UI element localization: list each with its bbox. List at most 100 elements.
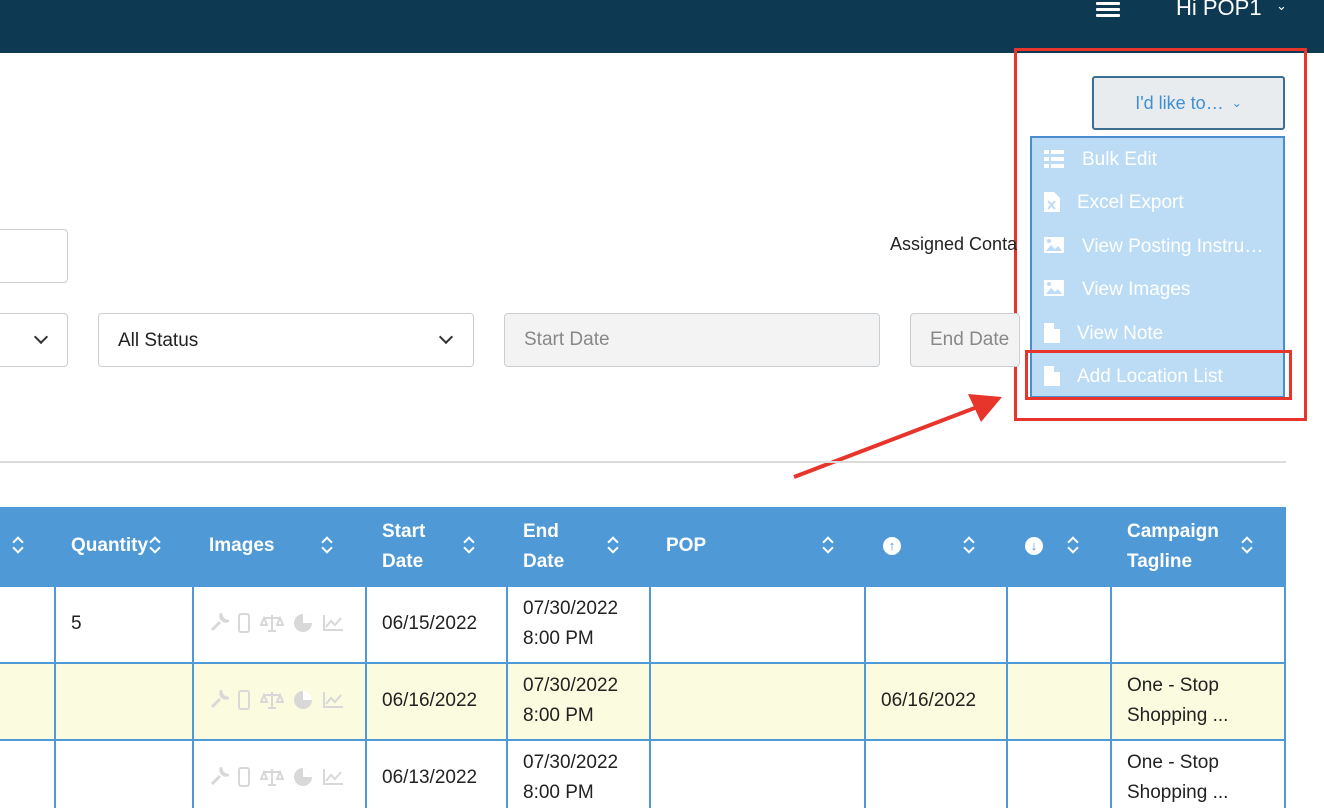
status-select-value: All Status bbox=[118, 330, 199, 351]
tagline-line-1: One - Stop bbox=[1127, 675, 1219, 696]
mobile-icon[interactable] bbox=[238, 767, 251, 787]
images-cell bbox=[194, 664, 367, 739]
down-date-cell bbox=[1008, 664, 1112, 739]
start-date-cell: 06/13/2022 bbox=[367, 741, 508, 808]
table-row[interactable]: 5 06/15/2022 07/30/2022 8:00 PM bbox=[0, 585, 1286, 662]
user-greeting[interactable]: Hi POP1 bbox=[1176, 0, 1262, 22]
tagline-line-2: Shopping ... bbox=[1127, 705, 1229, 726]
pie-chart-icon[interactable] bbox=[293, 690, 313, 710]
tagline-value: One - Stop Shopping ... bbox=[1127, 748, 1228, 808]
sort-icon[interactable] bbox=[149, 535, 161, 557]
column-divider bbox=[1006, 587, 1008, 662]
wrench-icon[interactable] bbox=[209, 686, 233, 710]
end-date-day: 07/30/2022 bbox=[523, 752, 619, 773]
start-date-cell: 06/15/2022 bbox=[367, 587, 508, 662]
start-date-value: 06/16/2022 bbox=[382, 690, 478, 711]
column-divider bbox=[1110, 741, 1112, 808]
sort-icon[interactable] bbox=[12, 535, 24, 557]
chevron-down-icon[interactable]: ⌄ bbox=[1276, 0, 1287, 14]
down-date-cell bbox=[1008, 587, 1112, 662]
sort-icon[interactable] bbox=[822, 535, 834, 557]
quantity-value: 5 bbox=[71, 613, 82, 634]
start-date-input[interactable]: Start Date bbox=[504, 313, 880, 367]
column-header-label: End Date bbox=[523, 521, 565, 572]
sort-icon[interactable] bbox=[463, 535, 475, 557]
pie-chart-icon[interactable] bbox=[293, 767, 313, 787]
column-header-down[interactable]: ↓ bbox=[1008, 507, 1112, 585]
line-chart-icon[interactable] bbox=[322, 613, 344, 633]
balance-scale-icon[interactable] bbox=[259, 613, 285, 633]
annotation-inner-box bbox=[1025, 350, 1292, 400]
sort-icon[interactable] bbox=[963, 535, 975, 557]
column-header-campaign-tagline[interactable]: Campaign Tagline bbox=[1112, 507, 1286, 585]
arrow-up-circle-icon: ↑ bbox=[883, 537, 901, 555]
end-date-time: 8:00 PM bbox=[523, 782, 594, 803]
end-date-cell: 07/30/2022 8:00 PM bbox=[508, 587, 651, 662]
column-divider bbox=[506, 741, 508, 808]
end-date-value: 07/30/2022 8:00 PM bbox=[523, 671, 618, 731]
quantity-cell: 5 bbox=[56, 587, 194, 662]
column-divider bbox=[649, 741, 651, 808]
chevron-down-icon bbox=[438, 329, 454, 345]
tagline-line-2: Shopping ... bbox=[1127, 782, 1229, 803]
table-row[interactable]: 06/13/2022 07/30/2022 8:00 PM One - Stop S… bbox=[0, 739, 1286, 808]
column-header-label: Campaign Tagline bbox=[1127, 521, 1219, 572]
annotation-arrow-icon bbox=[793, 394, 1002, 479]
mobile-icon[interactable] bbox=[238, 690, 251, 710]
balance-scale-icon[interactable] bbox=[259, 690, 285, 710]
column-header-quantity[interactable]: Quantity bbox=[56, 507, 194, 585]
column-header-partial[interactable] bbox=[0, 507, 56, 585]
end-date-cell: 07/30/2022 8:00 PM bbox=[508, 664, 651, 739]
sort-icon[interactable] bbox=[321, 535, 333, 557]
pop-cell bbox=[651, 741, 866, 808]
column-divider bbox=[864, 664, 866, 739]
hamburger-menu-icon[interactable] bbox=[1096, 2, 1120, 18]
tagline-cell: One - Stop Shopping ... bbox=[1112, 741, 1286, 808]
column-divider bbox=[365, 664, 367, 739]
end-date-value: 07/30/2022 8:00 PM bbox=[523, 748, 618, 808]
row-action-icons bbox=[209, 686, 348, 712]
column-header-label: POP bbox=[666, 535, 707, 556]
up-date-cell: 06/16/2022 bbox=[866, 664, 1008, 739]
end-date-input[interactable]: End Date bbox=[910, 313, 1020, 367]
mobile-icon[interactable] bbox=[238, 613, 251, 633]
column-divider bbox=[649, 587, 651, 662]
images-cell bbox=[194, 741, 367, 808]
column-divider bbox=[192, 741, 194, 808]
status-select[interactable]: All Status bbox=[98, 313, 474, 367]
column-divider bbox=[54, 587, 56, 662]
line-chart-icon[interactable] bbox=[322, 690, 344, 710]
table-header: Quantity Images Start Date End Date POP … bbox=[0, 507, 1286, 585]
pie-chart-icon[interactable] bbox=[293, 613, 313, 633]
balance-scale-icon[interactable] bbox=[259, 767, 285, 787]
wrench-icon[interactable] bbox=[209, 609, 233, 633]
quantity-cell bbox=[56, 664, 194, 739]
column-divider bbox=[1110, 664, 1112, 739]
column-divider bbox=[1284, 664, 1286, 739]
sort-icon[interactable] bbox=[607, 535, 619, 557]
column-header-label: Start Date bbox=[382, 521, 426, 572]
sort-icon[interactable] bbox=[1067, 535, 1079, 557]
column-header-start-date[interactable]: Start Date bbox=[367, 507, 508, 585]
column-divider bbox=[54, 664, 56, 739]
up-date-cell bbox=[866, 587, 1008, 662]
pop-cell bbox=[651, 664, 866, 739]
sort-icon[interactable] bbox=[1241, 535, 1253, 557]
column-header-images[interactable]: Images bbox=[194, 507, 367, 585]
column-header-up[interactable]: ↑ bbox=[866, 507, 1008, 585]
column-divider bbox=[54, 741, 56, 808]
column-header-pop[interactable]: POP bbox=[651, 507, 866, 585]
wrench-icon[interactable] bbox=[209, 763, 233, 787]
table-row[interactable]: 06/16/2022 07/30/2022 8:00 PM 06/16/2022 … bbox=[0, 662, 1286, 739]
filter-select[interactable] bbox=[0, 313, 68, 367]
start-date-cell: 06/16/2022 bbox=[367, 664, 508, 739]
column-divider bbox=[1284, 587, 1286, 662]
start-date-value: 06/15/2022 bbox=[382, 613, 478, 634]
end-date-time: 8:00 PM bbox=[523, 628, 594, 649]
search-input[interactable] bbox=[0, 229, 68, 283]
line-chart-icon[interactable] bbox=[322, 767, 344, 787]
tagline-cell: One - Stop Shopping ... bbox=[1112, 664, 1286, 739]
end-date-cell: 07/30/2022 8:00 PM bbox=[508, 741, 651, 808]
column-header-end-date[interactable]: End Date bbox=[508, 507, 651, 585]
tagline-line-1: One - Stop bbox=[1127, 752, 1219, 773]
